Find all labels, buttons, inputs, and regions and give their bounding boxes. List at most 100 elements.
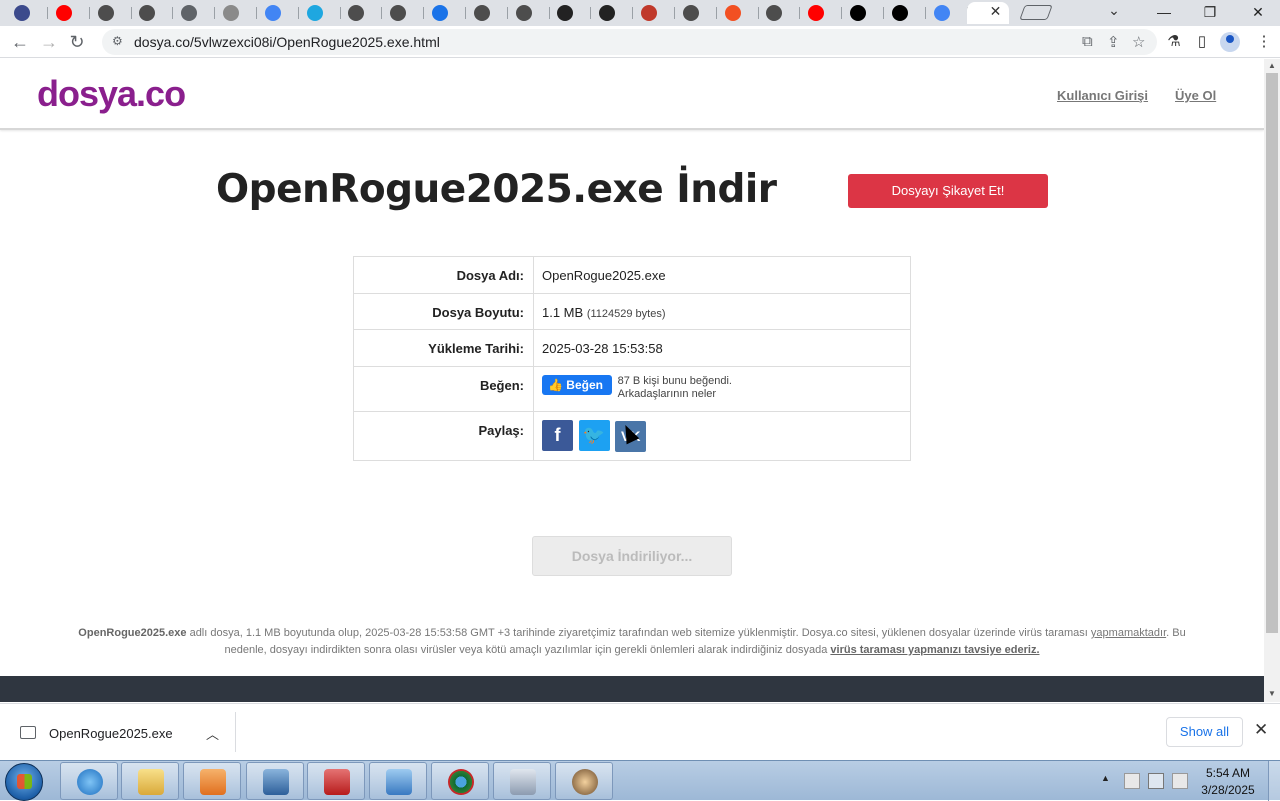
network-icon[interactable] bbox=[1148, 773, 1164, 789]
youtube-icon bbox=[808, 5, 825, 21]
clock-date[interactable]: 3/28/2025 bbox=[1196, 783, 1260, 797]
share-icon[interactable]: ⇪ bbox=[1107, 33, 1120, 51]
close-tab-icon[interactable]: ✕ bbox=[990, 3, 1002, 20]
browser-tab[interactable] bbox=[173, 2, 216, 24]
scroll-up-icon[interactable]: ▲ bbox=[1268, 61, 1276, 70]
download-icon bbox=[432, 5, 448, 21]
browser-tab[interactable]: ✕ bbox=[967, 2, 1010, 24]
bookmark-star-icon[interactable]: ☆ bbox=[1132, 33, 1145, 51]
tab-search-icon[interactable]: ⌄ bbox=[1104, 2, 1124, 22]
scroll-down-icon[interactable]: ▼ bbox=[1268, 689, 1276, 698]
toolbox-icon bbox=[324, 769, 350, 795]
taskbar-toolbox-button[interactable] bbox=[307, 762, 365, 800]
download-item[interactable]: OpenRogue2025.exe ︿ bbox=[0, 712, 236, 752]
facebook-share-icon[interactable]: f bbox=[542, 420, 573, 451]
github-icon bbox=[891, 5, 908, 21]
twitter-share-icon[interactable]: 🐦 bbox=[578, 420, 610, 451]
globe-icon bbox=[97, 5, 114, 21]
browser-tab[interactable] bbox=[424, 2, 466, 24]
browser-tab[interactable] bbox=[299, 2, 341, 24]
globe-icon bbox=[14, 5, 30, 21]
browser-tab[interactable] bbox=[6, 2, 48, 24]
download-button[interactable]: Dosya İndiriliyor... bbox=[532, 536, 732, 576]
flag-warning-icon[interactable] bbox=[1124, 773, 1140, 789]
close-icon[interactable]: ✕ bbox=[1254, 720, 1268, 740]
page-scrollbar[interactable]: ▲ ▼ bbox=[1264, 59, 1280, 702]
device-icon bbox=[510, 769, 536, 795]
restore-button[interactable]: ❐ bbox=[1190, 2, 1230, 22]
globe-icon bbox=[766, 5, 783, 21]
signup-link[interactable]: Üye Ol bbox=[1175, 88, 1216, 103]
browser-tab[interactable] bbox=[633, 2, 675, 24]
forward-button[interactable]: → bbox=[37, 30, 61, 54]
browser-tab[interactable] bbox=[758, 2, 801, 24]
browser-tab[interactable] bbox=[90, 2, 132, 24]
browser-tab[interactable] bbox=[884, 2, 926, 24]
taskbar-device-button[interactable] bbox=[493, 762, 551, 800]
taskbar-app-button[interactable] bbox=[555, 762, 613, 800]
clock-time[interactable]: 5:54 AM bbox=[1196, 766, 1260, 780]
browser-tab[interactable] bbox=[131, 2, 174, 24]
document-icon bbox=[223, 5, 239, 21]
internet-explorer-icon bbox=[77, 769, 103, 795]
github-icon bbox=[850, 5, 866, 21]
user-app-icon bbox=[572, 769, 598, 795]
browser-tab[interactable] bbox=[717, 2, 759, 24]
new-tab-button[interactable] bbox=[1019, 5, 1053, 20]
minimize-button[interactable]: — bbox=[1144, 2, 1184, 22]
globe-icon bbox=[390, 5, 407, 21]
show-desktop-button[interactable] bbox=[1268, 761, 1280, 801]
browser-tab[interactable] bbox=[508, 2, 550, 24]
browser-tab[interactable] bbox=[340, 2, 383, 24]
browser-tab[interactable] bbox=[48, 2, 90, 24]
browser-tab[interactable] bbox=[675, 2, 717, 24]
disclaimer-text: OpenRogue2025.exe adlı dosya, 1.1 MB boy… bbox=[70, 625, 1194, 659]
taskbar-explorer-button[interactable] bbox=[121, 762, 179, 800]
taskbar-computer-button[interactable] bbox=[246, 762, 304, 800]
close-window-button[interactable]: ✕ bbox=[1238, 2, 1278, 22]
site-info-icon[interactable]: ⚙ bbox=[112, 34, 123, 48]
chevron-up-icon[interactable]: ︿ bbox=[206, 724, 219, 743]
virus-scan-advice-link[interactable]: virüs taraması yapmanızı tavsiye ederiz. bbox=[830, 644, 1039, 656]
login-link[interactable]: Kullanıcı Girişi bbox=[1057, 88, 1148, 103]
browser-tab[interactable] bbox=[842, 2, 884, 24]
reload-button[interactable]: ↻ bbox=[65, 30, 89, 54]
browser-tab[interactable] bbox=[800, 2, 843, 24]
start-button[interactable] bbox=[5, 763, 43, 801]
browser-tab[interactable] bbox=[215, 2, 257, 24]
globe-icon bbox=[682, 5, 699, 21]
media-player-icon bbox=[200, 769, 226, 795]
back-button[interactable]: ← bbox=[8, 30, 32, 54]
browser-tab[interactable] bbox=[257, 2, 299, 24]
table-row: Dosya Adı: OpenRogue2025.exe bbox=[353, 256, 911, 294]
profile-avatar[interactable] bbox=[1220, 32, 1240, 52]
web-page: dosya.co Kullanıcı Girişi Üye Ol OpenRog… bbox=[0, 59, 1264, 702]
report-file-button[interactable]: Dosyayı Şikayet Et! bbox=[848, 174, 1048, 208]
taskbar-control-panel-button[interactable] bbox=[369, 762, 427, 800]
no-virus-scan-link[interactable]: yapmamaktadır bbox=[1091, 627, 1166, 639]
side-panel-icon[interactable]: ▯ bbox=[1192, 32, 1212, 52]
browser-tab[interactable] bbox=[382, 2, 425, 24]
tray-expand-icon[interactable]: ▲ bbox=[1101, 773, 1110, 783]
person-icon bbox=[641, 5, 657, 21]
address-bar[interactable]: ⚙ dosya.co/5vlwzexci08i/OpenRogue2025.ex… bbox=[102, 29, 1157, 55]
youtube-icon bbox=[55, 5, 72, 21]
site-logo[interactable]: dosya.co bbox=[37, 73, 186, 115]
browser-tab[interactable] bbox=[466, 2, 508, 24]
volume-muted-icon[interactable] bbox=[1172, 773, 1188, 789]
file-size-bytes: (1124529 bytes) bbox=[586, 308, 666, 320]
scrollbar-thumb[interactable] bbox=[1266, 73, 1278, 633]
app-icon bbox=[557, 5, 574, 21]
browser-tab[interactable] bbox=[549, 2, 592, 24]
taskbar-media-button[interactable] bbox=[183, 762, 241, 800]
facebook-like-button[interactable]: 👍 Beğen bbox=[542, 375, 612, 395]
browser-tab[interactable] bbox=[926, 2, 968, 24]
taskbar-ie-button[interactable] bbox=[60, 762, 118, 800]
show-all-button[interactable]: Show all bbox=[1166, 717, 1243, 747]
menu-kebab-icon[interactable]: ⋮ bbox=[1254, 32, 1274, 52]
lab-flask-icon[interactable]: ⚗ bbox=[1164, 32, 1184, 52]
like-text-line-1: 87 B kişi bunu beğendi. bbox=[617, 375, 732, 387]
browser-tab[interactable] bbox=[591, 2, 634, 24]
taskbar-chrome-button[interactable] bbox=[431, 762, 489, 800]
translate-icon[interactable]: ⧉ bbox=[1082, 33, 1093, 50]
